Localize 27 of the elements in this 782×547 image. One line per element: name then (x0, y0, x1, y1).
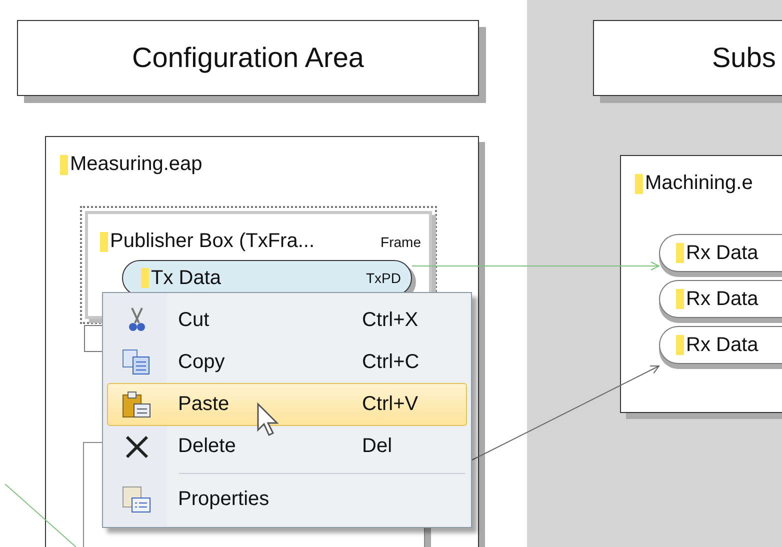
connector-line (4, 484, 76, 547)
scissors-icon (128, 307, 146, 334)
box-type: Frame (380, 234, 421, 250)
menu-item[interactable]: Paste Ctrl+V (107, 383, 467, 426)
tag-marker-icon (60, 154, 68, 174)
menu-item[interactable]: Delete Del (107, 426, 467, 468)
copy-icon (122, 349, 152, 376)
box-title: Publisher Box (TxFra... (110, 230, 316, 253)
tag-marker-icon (100, 232, 108, 252)
node-label: Rx Data (686, 242, 758, 264)
tag-marker-icon (676, 243, 684, 263)
menu-item[interactable]: Copy Ctrl+C (107, 341, 467, 384)
delete-x-icon (125, 434, 149, 459)
mouse-pointer-icon (256, 402, 282, 438)
node-label: Rx Data (686, 334, 758, 356)
tag-marker-icon (635, 174, 643, 194)
project-name: Machining.e (645, 172, 753, 195)
clipboard-icon (122, 390, 152, 418)
tag-marker-icon (141, 268, 149, 288)
node-type: TxPD (366, 270, 401, 286)
properties-icon (122, 486, 152, 514)
tag-marker-icon (676, 335, 684, 355)
project-name: Measuring.eap (70, 153, 202, 176)
menu-item[interactable]: Properties (107, 478, 467, 521)
tag-marker-icon (676, 289, 684, 309)
node-label: Tx Data (151, 266, 222, 290)
node-label: Rx Data (686, 288, 758, 310)
